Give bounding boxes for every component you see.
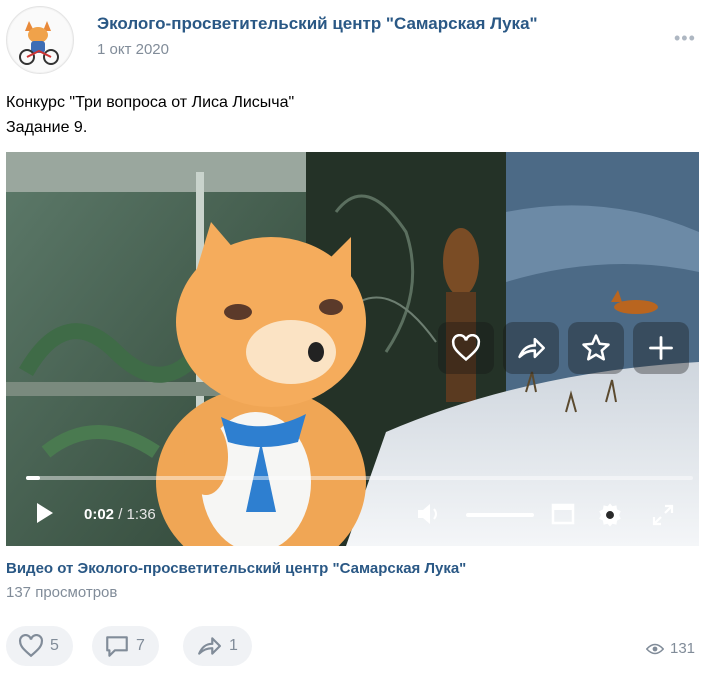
plus-icon — [649, 336, 673, 360]
star-icon — [582, 334, 610, 361]
share-icon — [518, 337, 545, 359]
favorite-video-button[interactable] — [568, 322, 624, 374]
share-button[interactable]: 1 — [183, 626, 252, 666]
current-time: 0:02 — [84, 506, 115, 523]
heart-icon — [19, 634, 43, 658]
like-count: 5 — [50, 637, 59, 654]
add-video-button[interactable] — [633, 322, 689, 374]
volume-icon[interactable] — [416, 502, 446, 526]
share-count: 1 — [229, 637, 238, 654]
author-name-link[interactable]: Эколого-просветительский центр "Самарска… — [97, 14, 538, 34]
fox-logo-icon — [8, 8, 72, 72]
duration: / 1:36 — [114, 506, 156, 523]
video-time: 0:02 / 1:36 — [84, 506, 156, 523]
like-video-button[interactable] — [438, 322, 494, 374]
miniplayer-icon[interactable] — [551, 503, 575, 525]
video-progress-fill — [26, 476, 40, 480]
video-views: 137 просмотров — [6, 584, 118, 601]
video-player[interactable]: 0:02 / 1:36 — [6, 152, 699, 546]
post-views: 131 — [646, 640, 695, 657]
like-button[interactable]: 5 — [6, 626, 73, 666]
more-options-icon[interactable]: ••• — [674, 28, 696, 49]
comment-count: 7 — [136, 637, 145, 654]
eye-icon — [646, 643, 664, 654]
fullscreen-icon[interactable] — [651, 503, 675, 527]
share-video-button[interactable] — [503, 322, 559, 374]
share-icon — [198, 637, 221, 655]
community-avatar[interactable] — [6, 6, 74, 74]
volume-slider[interactable] — [466, 513, 534, 517]
play-icon[interactable] — [36, 502, 54, 524]
video-title-link[interactable]: Видео от Эколого-просветительский центр … — [6, 560, 466, 577]
heart-icon — [451, 334, 481, 362]
post-date[interactable]: 1 окт 2020 — [97, 41, 169, 58]
post-views-count: 131 — [670, 640, 696, 657]
post-text-line-1: Конкурс "Три вопроса от Лиса Лисыча" — [6, 94, 295, 111]
video-progress-bar[interactable] — [26, 476, 693, 480]
comment-button[interactable]: 7 — [92, 626, 159, 666]
post-text-line-2: Задание 9. — [6, 119, 88, 136]
comment-icon — [106, 636, 128, 657]
settings-gear-icon[interactable] — [596, 501, 624, 529]
